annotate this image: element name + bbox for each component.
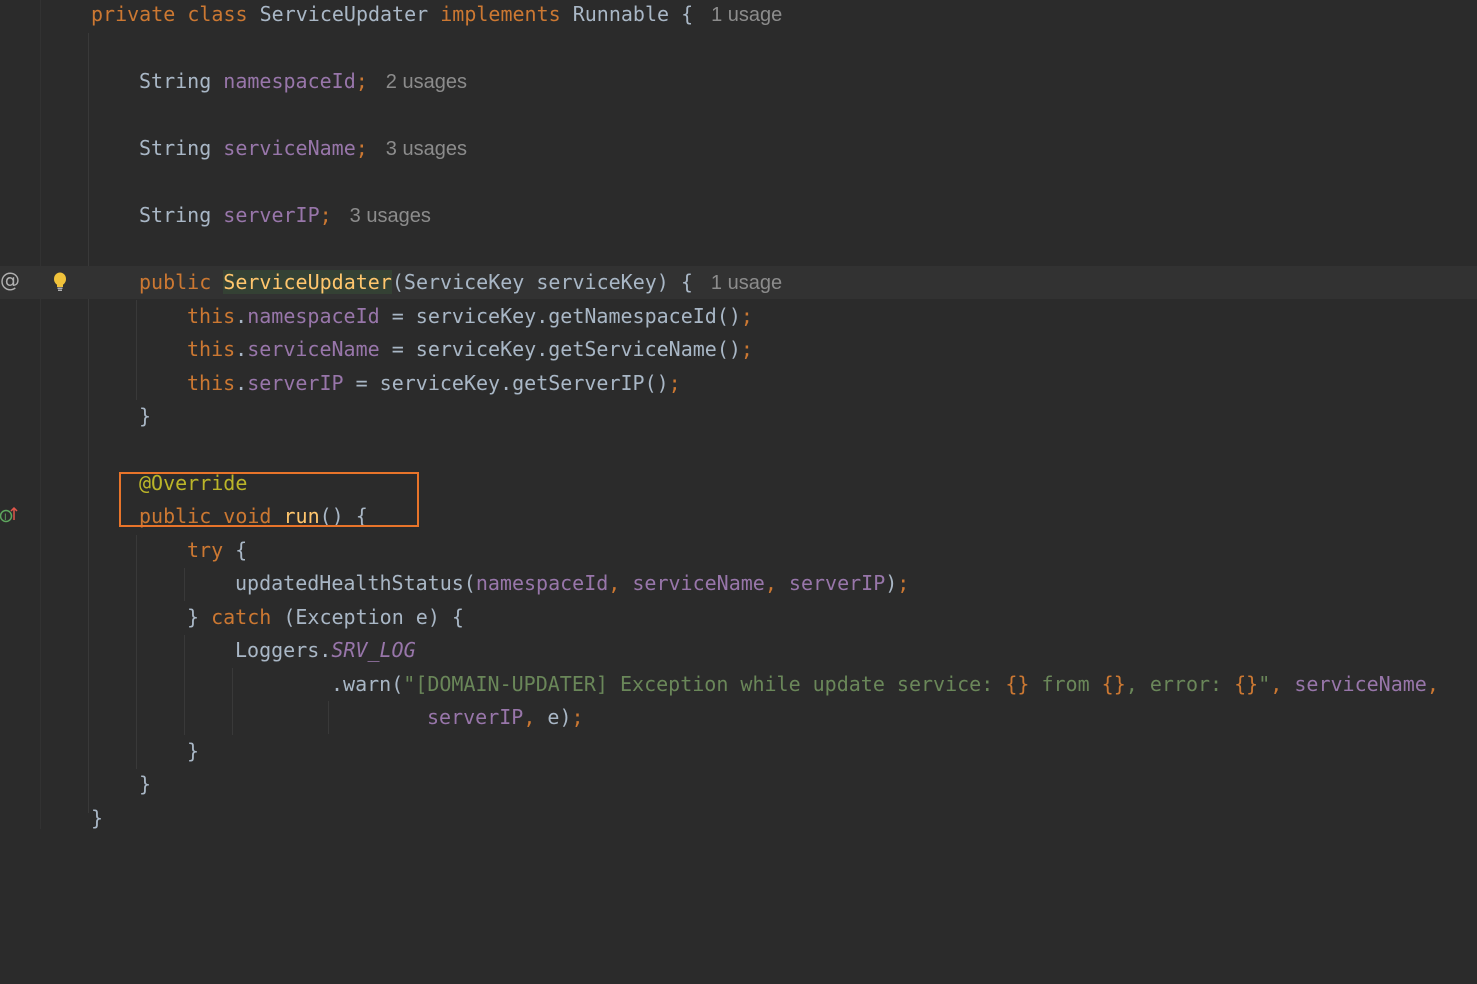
semicolon: ;: [740, 304, 753, 328]
semicolon: ;: [897, 571, 910, 595]
code-line-field-serviceName[interactable]: String serviceName; 3 usages: [0, 132, 1477, 165]
type-name: String: [139, 203, 212, 227]
close-brace: }: [139, 772, 152, 796]
code-line-warn-continued[interactable]: serverIP, e);: [0, 701, 1477, 734]
open-brace: {: [681, 2, 694, 26]
open-brace: {: [223, 538, 248, 562]
implements-method-icon[interactable]: I: [0, 504, 18, 526]
field-ref[interactable]: serviceName: [247, 337, 379, 361]
close-paren: ): [559, 705, 572, 729]
static-field-srv-log[interactable]: SRV_LOG: [331, 638, 415, 662]
catch-params: (Exception e) {: [271, 605, 464, 629]
semicolon: ;: [740, 337, 753, 361]
arg-serviceName[interactable]: serviceName: [1294, 672, 1426, 696]
code-line-constructor-close[interactable]: }: [0, 400, 1477, 433]
constructor-params: (ServiceKey serviceKey) {: [391, 270, 693, 294]
placeholder: {}: [1101, 672, 1126, 696]
svg-text:I: I: [4, 513, 7, 523]
code-line-catch-close[interactable]: }: [0, 735, 1477, 768]
keyword-this: this: [187, 371, 236, 395]
code-line-field-namespaceId[interactable]: String namespaceId; 2 usages: [0, 65, 1477, 98]
usage-hint[interactable]: 2 usages: [386, 71, 467, 93]
semicolon: ;: [668, 371, 681, 395]
keyword-this: this: [187, 304, 236, 328]
arg-serverIP[interactable]: serverIP: [789, 571, 885, 595]
code-line-try[interactable]: try {: [0, 534, 1477, 567]
open-paren: (: [463, 571, 476, 595]
code-line-catch[interactable]: } catch (Exception e) {: [0, 601, 1477, 634]
method-call-name[interactable]: updatedHealthStatus: [235, 571, 464, 595]
usage-hint[interactable]: 1 usage: [711, 4, 782, 26]
string-literal: from: [1029, 672, 1102, 696]
string-literal: ": [1258, 672, 1271, 696]
annotation-highlight-box: [119, 472, 419, 527]
keyword-implements: implements: [440, 2, 561, 26]
type-name: String: [139, 136, 212, 160]
class-name[interactable]: ServiceUpdater: [260, 2, 429, 26]
arg-serviceName[interactable]: serviceName: [632, 571, 764, 595]
code-line-assign-serviceName[interactable]: this.serviceName = serviceKey.getService…: [0, 333, 1477, 366]
code-line-constructor[interactable]: public ServiceUpdater(ServiceKey service…: [0, 266, 1477, 299]
class-ref-loggers[interactable]: Loggers.: [235, 638, 331, 662]
arg-e[interactable]: e: [547, 705, 559, 729]
placeholder: {}: [1234, 672, 1259, 696]
comma: ,: [764, 571, 789, 595]
code-line-call[interactable]: updatedHealthStatus(namespaceId, service…: [0, 567, 1477, 600]
keyword-catch: catch: [211, 605, 272, 629]
assignment-expr: = serviceKey.getNamespaceId(): [379, 304, 741, 328]
code-line-assign-namespaceId[interactable]: this.namespaceId = serviceKey.getNamespa…: [0, 300, 1477, 333]
keyword-private: private: [91, 2, 176, 26]
code-line-loggers[interactable]: Loggers.SRV_LOG: [0, 634, 1477, 667]
close-brace: }: [187, 605, 212, 629]
field-ref[interactable]: serverIP: [247, 371, 343, 395]
dot: .: [235, 337, 248, 361]
keyword-public: public: [139, 270, 212, 294]
close-brace: }: [187, 739, 200, 763]
dot: .: [235, 304, 248, 328]
close-paren: ): [885, 571, 898, 595]
keyword-this: this: [187, 337, 236, 361]
code-line-field-serverIP[interactable]: String serverIP; 3 usages: [0, 199, 1477, 232]
field-ref[interactable]: namespaceId: [247, 304, 379, 328]
code-line-class-declaration[interactable]: private class ServiceUpdater implements …: [0, 0, 1477, 31]
comma: ,: [523, 705, 548, 729]
string-literal: "[DOMAIN-UPDATER] Exception while update…: [403, 672, 1006, 696]
dot: .: [235, 371, 248, 395]
arg-serverIP[interactable]: serverIP: [427, 705, 523, 729]
code-line-run-close[interactable]: }: [0, 768, 1477, 801]
comma: ,: [608, 571, 633, 595]
usage-hint[interactable]: 1 usage: [711, 272, 782, 294]
code-line-warn[interactable]: .warn("[DOMAIN-UPDATER] Exception while …: [0, 668, 1477, 701]
close-brace: }: [139, 404, 152, 428]
interface-name[interactable]: Runnable: [573, 2, 669, 26]
method-call-warn[interactable]: .warn(: [331, 672, 403, 696]
field-name[interactable]: serviceName: [223, 136, 355, 160]
at-sign-icon[interactable]: @: [0, 268, 20, 292]
code-line-class-close[interactable]: }: [0, 802, 1477, 835]
lightbulb-icon[interactable]: [52, 271, 68, 293]
comma: ,: [1426, 672, 1439, 696]
string-literal: , error:: [1125, 672, 1235, 696]
assignment-expr: = serviceKey.getServiceName(): [379, 337, 741, 361]
keyword-try: try: [187, 538, 224, 562]
constructor-name[interactable]: ServiceUpdater: [223, 270, 392, 294]
semicolon: ;: [355, 69, 368, 93]
keyword-class: class: [187, 2, 248, 26]
arg-namespaceId[interactable]: namespaceId: [476, 571, 608, 595]
usage-hint[interactable]: 3 usages: [386, 138, 467, 160]
code-line-assign-serverIP[interactable]: this.serverIP = serviceKey.getServerIP()…: [0, 367, 1477, 400]
semicolon: ;: [571, 705, 584, 729]
field-name[interactable]: serverIP: [223, 203, 319, 227]
close-brace: }: [91, 806, 104, 830]
type-name: String: [139, 69, 212, 93]
usage-hint[interactable]: 3 usages: [350, 205, 431, 227]
field-name[interactable]: namespaceId: [223, 69, 355, 93]
comma: ,: [1270, 672, 1295, 696]
semicolon: ;: [319, 203, 332, 227]
placeholder: {}: [1005, 672, 1030, 696]
semicolon: ;: [355, 136, 368, 160]
assignment-expr: = serviceKey.getServerIP(): [343, 371, 669, 395]
